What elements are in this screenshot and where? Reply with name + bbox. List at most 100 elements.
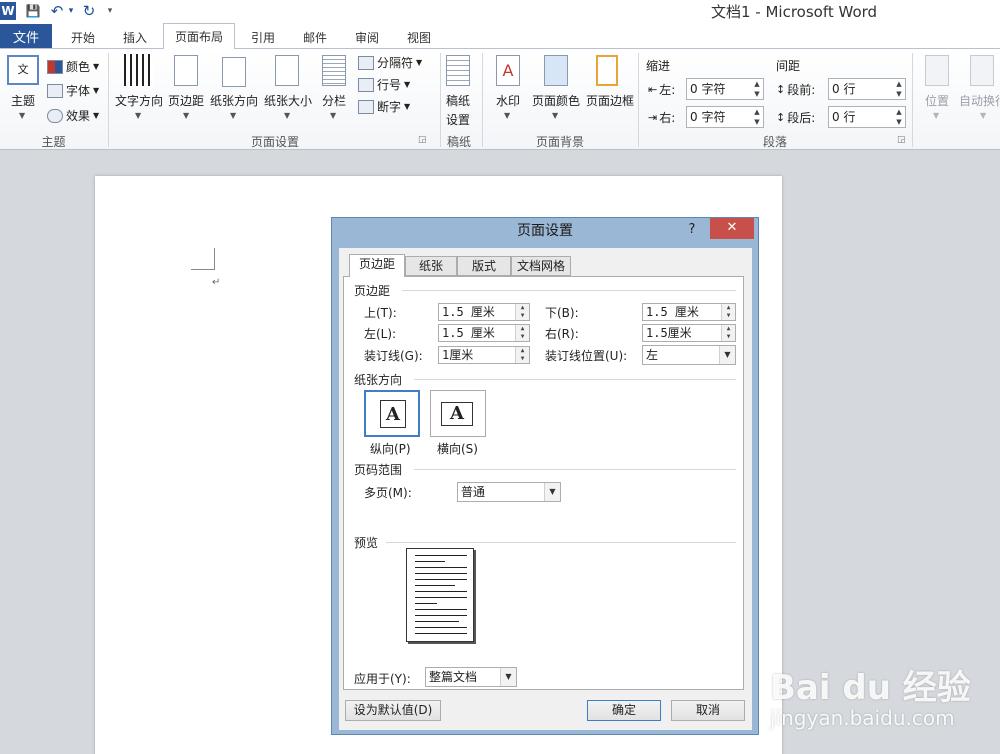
pages-section-title: 页码范围 xyxy=(354,463,403,477)
spinner-arrows-icon[interactable]: ▲ ▼ xyxy=(751,79,763,99)
theme-colors-button[interactable]: 颜色 ▼ xyxy=(47,58,99,75)
paragraph-launcher-icon[interactable]: ◲ xyxy=(897,135,906,145)
margins-button[interactable]: 页边距 xyxy=(166,92,206,109)
chevron-down-icon: ▼ xyxy=(135,111,142,120)
indent-left-icon: ⇤ xyxy=(648,83,658,96)
set-as-default-button[interactable]: 设为默认值(D) xyxy=(345,700,441,721)
landscape-option[interactable]: A xyxy=(430,390,486,437)
manuscript-button[interactable]: 稿纸 设置 xyxy=(442,92,474,128)
spinner-arrows-icon[interactable]: ▲ ▼ xyxy=(721,325,735,341)
spacing-before-input[interactable]: 0 行 ▲ ▼ xyxy=(828,78,906,100)
tab-references[interactable]: 引用 xyxy=(238,26,288,48)
help-icon[interactable]: ? xyxy=(684,222,700,238)
size-icon xyxy=(275,55,299,86)
preview-line xyxy=(415,621,459,622)
spinner-arrows-icon[interactable]: ▲ ▼ xyxy=(721,304,735,320)
spinner-arrows-icon[interactable]: ▲ ▼ xyxy=(515,325,529,341)
portrait-option[interactable]: A xyxy=(364,390,420,437)
breaks-label: 分隔符 xyxy=(377,56,414,70)
spacing-after-input[interactable]: 0 行 ▲ ▼ xyxy=(828,106,906,128)
tab-insert[interactable]: 插入 xyxy=(110,26,160,48)
breaks-button[interactable]: 分隔符 ▼ xyxy=(358,54,422,71)
tab-page-layout[interactable]: 页面布局 xyxy=(163,23,235,49)
left-margin-value: 1.5 厘米 xyxy=(442,326,495,340)
indent-left-label: ⇤ 左: xyxy=(648,81,675,98)
section-divider xyxy=(386,542,736,543)
page-setup-launcher-icon[interactable]: ◲ xyxy=(418,135,427,145)
tab-paper[interactable]: 纸张 xyxy=(405,256,457,276)
indent-left-input[interactable]: 0 字符 ▲ ▼ xyxy=(686,78,764,100)
tab-layout[interactable]: 版式 xyxy=(457,256,511,276)
title-bar: W 💾 ↶ ▾ ↻ ▾ 文档1 - Microsoft Word xyxy=(0,0,1000,22)
hyphenation-button[interactable]: 断字 ▼ xyxy=(358,98,410,115)
customize-qat-icon[interactable]: ▾ xyxy=(104,2,116,20)
spinner-arrows-icon[interactable]: ▲ ▼ xyxy=(893,107,905,127)
indent-left-label-text: 左: xyxy=(659,83,676,97)
theme-fonts-button[interactable]: 字体 ▼ xyxy=(47,82,99,99)
spinner-arrows-icon[interactable]: ▲ ▼ xyxy=(893,79,905,99)
themes-group-label: 主题 xyxy=(41,135,66,149)
ribbon-tabs: 文件 开始 插入 页面布局 引用 邮件 审阅 视图 xyxy=(0,22,1000,49)
wrap-text-button[interactable]: 自动换行 xyxy=(959,92,1000,109)
tab-document-grid[interactable]: 文档网格 xyxy=(511,256,571,276)
save-icon[interactable]: 💾 xyxy=(24,2,42,20)
orientation-button[interactable]: 纸张方向 xyxy=(208,92,260,109)
landscape-label[interactable]: 横向(S) xyxy=(437,440,478,457)
multiple-pages-label: 多页(M): xyxy=(364,486,412,500)
ok-button[interactable]: 确定 xyxy=(587,700,661,721)
watermark-button[interactable]: 水印 xyxy=(490,92,526,109)
cancel-button[interactable]: 取消 xyxy=(671,700,745,721)
close-icon[interactable]: ✕ xyxy=(710,218,754,239)
manuscript-group-label: 稿纸 xyxy=(446,135,471,149)
tab-file[interactable]: 文件 xyxy=(0,24,52,48)
watermark-icon: A xyxy=(496,55,520,86)
page-setup-dialog: 页面设置 ? ✕ 页边距 纸张 版式 文档网格 页边距 上(T): 1.5 厘米… xyxy=(331,217,759,735)
chevron-down-icon[interactable]: ▼ xyxy=(544,483,560,501)
tab-home[interactable]: 开始 xyxy=(58,26,108,48)
manuscript-label-line1: 稿纸 xyxy=(445,94,470,108)
apply-to-select[interactable]: 整篇文档 ▼ xyxy=(425,667,517,687)
tab-mailings[interactable]: 邮件 xyxy=(290,26,340,48)
page-color-button[interactable]: 页面颜色 xyxy=(530,92,582,109)
margin-corner-mark xyxy=(191,269,215,270)
breaks-icon xyxy=(358,55,374,70)
themes-button[interactable]: 主题 xyxy=(5,92,41,109)
gutter-input[interactable]: 1厘米 ▲ ▼ xyxy=(438,346,530,364)
indent-right-input[interactable]: 0 字符 ▲ ▼ xyxy=(686,106,764,128)
undo-dropdown-icon[interactable]: ▾ xyxy=(66,2,76,20)
margin-corner-mark xyxy=(214,248,215,270)
right-margin-label: 右(R): xyxy=(545,327,579,341)
left-margin-input[interactable]: 1.5 厘米 ▲ ▼ xyxy=(438,324,530,342)
columns-button[interactable]: 分栏 xyxy=(316,92,352,109)
top-margin-input[interactable]: 1.5 厘米 ▲ ▼ xyxy=(438,303,530,321)
chevron-down-icon[interactable]: ▼ xyxy=(719,346,735,364)
size-button[interactable]: 纸张大小 xyxy=(262,92,314,109)
word-app-icon[interactable]: W xyxy=(0,2,16,20)
spinner-arrows-icon[interactable]: ▲ ▼ xyxy=(751,107,763,127)
tab-review[interactable]: 审阅 xyxy=(342,26,392,48)
chevron-down-icon: ▼ xyxy=(93,111,100,120)
hyphenation-icon xyxy=(358,99,374,114)
page-borders-button[interactable]: 页面边框 xyxy=(584,92,636,109)
spinner-arrows-icon[interactable]: ▲ ▼ xyxy=(515,347,529,363)
chevron-down-icon[interactable]: ▼ xyxy=(500,668,516,686)
redo-icon[interactable]: ↻ xyxy=(80,2,98,20)
tab-view[interactable]: 视图 xyxy=(394,26,444,48)
spinner-arrows-icon[interactable]: ▲ ▼ xyxy=(515,304,529,320)
right-margin-input[interactable]: 1.5厘米 ▲ ▼ xyxy=(642,324,736,342)
gutter-position-select[interactable]: 左 ▼ xyxy=(642,345,736,365)
text-direction-button[interactable]: 文字方向 xyxy=(113,92,165,109)
group-divider xyxy=(108,53,109,147)
undo-icon[interactable]: ↶ xyxy=(48,2,66,20)
line-numbers-button[interactable]: 行号 ▼ xyxy=(358,76,410,93)
tab-margins[interactable]: 页边距 xyxy=(349,254,405,277)
chevron-down-icon: ▼ xyxy=(230,111,237,120)
portrait-label[interactable]: 纵向(P) xyxy=(370,440,411,457)
multiple-pages-select[interactable]: 普通 ▼ xyxy=(457,482,561,502)
position-button[interactable]: 位置 xyxy=(919,92,955,109)
chevron-down-icon: ▼ xyxy=(183,111,190,120)
baidu-watermark-logo: Bai du 经验 xyxy=(770,668,971,708)
theme-effects-button[interactable]: 效果 ▼ xyxy=(47,107,99,124)
bottom-margin-input[interactable]: 1.5 厘米 ▲ ▼ xyxy=(642,303,736,321)
orientation-icon xyxy=(222,57,246,87)
